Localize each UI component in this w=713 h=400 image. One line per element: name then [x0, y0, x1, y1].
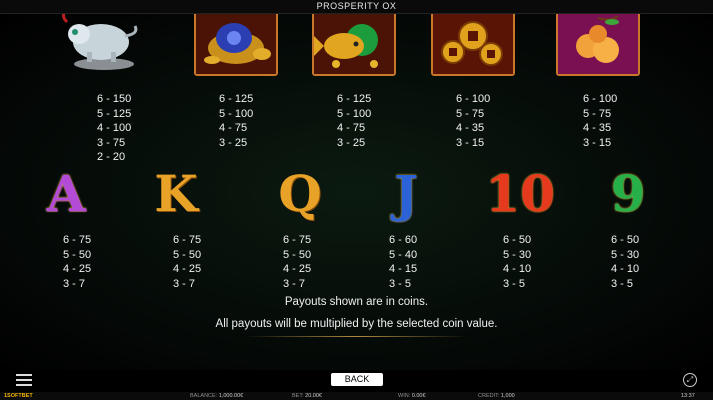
letter-q-paytable: 6 - 75 5 - 50 4 - 25 3 - 7: [283, 234, 312, 290]
menu-button[interactable]: [16, 374, 32, 386]
coins-icon: [433, 14, 513, 74]
hamburger-icon: [16, 374, 32, 376]
number-10-paytable: 6 - 50 5 - 30 4 - 10 3 - 5: [503, 234, 532, 290]
turtle-symbol: [194, 14, 278, 76]
hamburger-icon-line: [16, 379, 32, 381]
letter-k-symbol: K: [154, 164, 198, 223]
letter-q-symbol: Q: [278, 164, 322, 223]
letter-k-paytable: 6 - 75 5 - 50 4 - 25 3 - 7: [173, 234, 202, 290]
bet-value: 20.00€: [305, 393, 322, 399]
win-display: WIN: 0.00€: [398, 392, 426, 400]
fish-symbol: [312, 14, 396, 76]
fruit-paytable: 6 - 100 5 - 75 4 - 35 3 - 15: [583, 93, 618, 149]
letter-a-symbol: A: [46, 164, 86, 223]
brand-logo: 1SOFTBET: [4, 393, 33, 399]
credit-display: CREDIT: 1,000: [478, 392, 515, 400]
number-10-symbol: 10: [485, 164, 555, 223]
win-label: WIN:: [398, 393, 411, 399]
number-9-paytable: 6 - 50 5 - 30 4 - 10 3 - 5: [611, 234, 640, 290]
balance-value: 1,000.00€: [218, 393, 244, 399]
bet-label: BET:: [292, 393, 304, 399]
payout-info-multiplier: All payouts will be multiplied by the se…: [215, 318, 498, 330]
letter-j-paytable: 6 - 60 5 - 40 4 - 15 3 - 5: [389, 234, 418, 290]
balance-display: BALANCE: 1,000.00€: [190, 392, 243, 400]
payout-info-coins: Payouts shown are in coins.: [284, 296, 429, 308]
peach-fruit-icon: [558, 14, 638, 74]
credit-label: CREDIT:: [478, 393, 500, 399]
coins-paytable: 6 - 100 5 - 75 4 - 35 3 - 15: [456, 93, 491, 149]
fruit-symbol: [556, 14, 640, 76]
balance-label: BALANCE:: [190, 393, 218, 399]
coins-symbol: [431, 14, 515, 76]
hamburger-icon-line: [16, 384, 32, 386]
number-9-symbol: 9: [610, 164, 646, 223]
bet-display: BET: 20.00€: [292, 392, 322, 400]
turtle-icon: [196, 14, 276, 74]
ox-symbol: [59, 14, 143, 74]
ox-paytable: 6 - 150 5 - 125 4 - 100 3 - 75 2 - 20: [97, 93, 132, 163]
turtle-paytable: 6 - 125 5 - 100 4 - 75 3 - 25: [219, 93, 254, 149]
fullscreen-icon[interactable]: ⤢: [683, 373, 697, 387]
divider-line: [245, 336, 468, 337]
paytable-screen: 6 - 150 5 - 125 4 - 100 3 - 75 2 - 20 6 - 12…: [0, 14, 713, 370]
status-bar: 1SOFTBET BALANCE: 1,000.00€ BET: 20.00€ …: [0, 392, 713, 400]
credit-value: 1,000: [500, 393, 515, 399]
letter-j-symbol: J: [394, 164, 418, 223]
ox-icon: [61, 14, 138, 70]
win-value: 0.00€: [411, 393, 426, 399]
game-title: PROSPERITY OX: [0, 0, 713, 14]
fish-paytable: 6 - 125 5 - 100 4 - 75 3 - 25: [337, 93, 372, 149]
fish-icon: [314, 14, 394, 74]
back-button[interactable]: BACK: [331, 373, 383, 386]
letter-a-paytable: 6 - 75 5 - 50 4 - 25 3 - 7: [63, 234, 92, 290]
clock: 13:37: [681, 393, 695, 399]
